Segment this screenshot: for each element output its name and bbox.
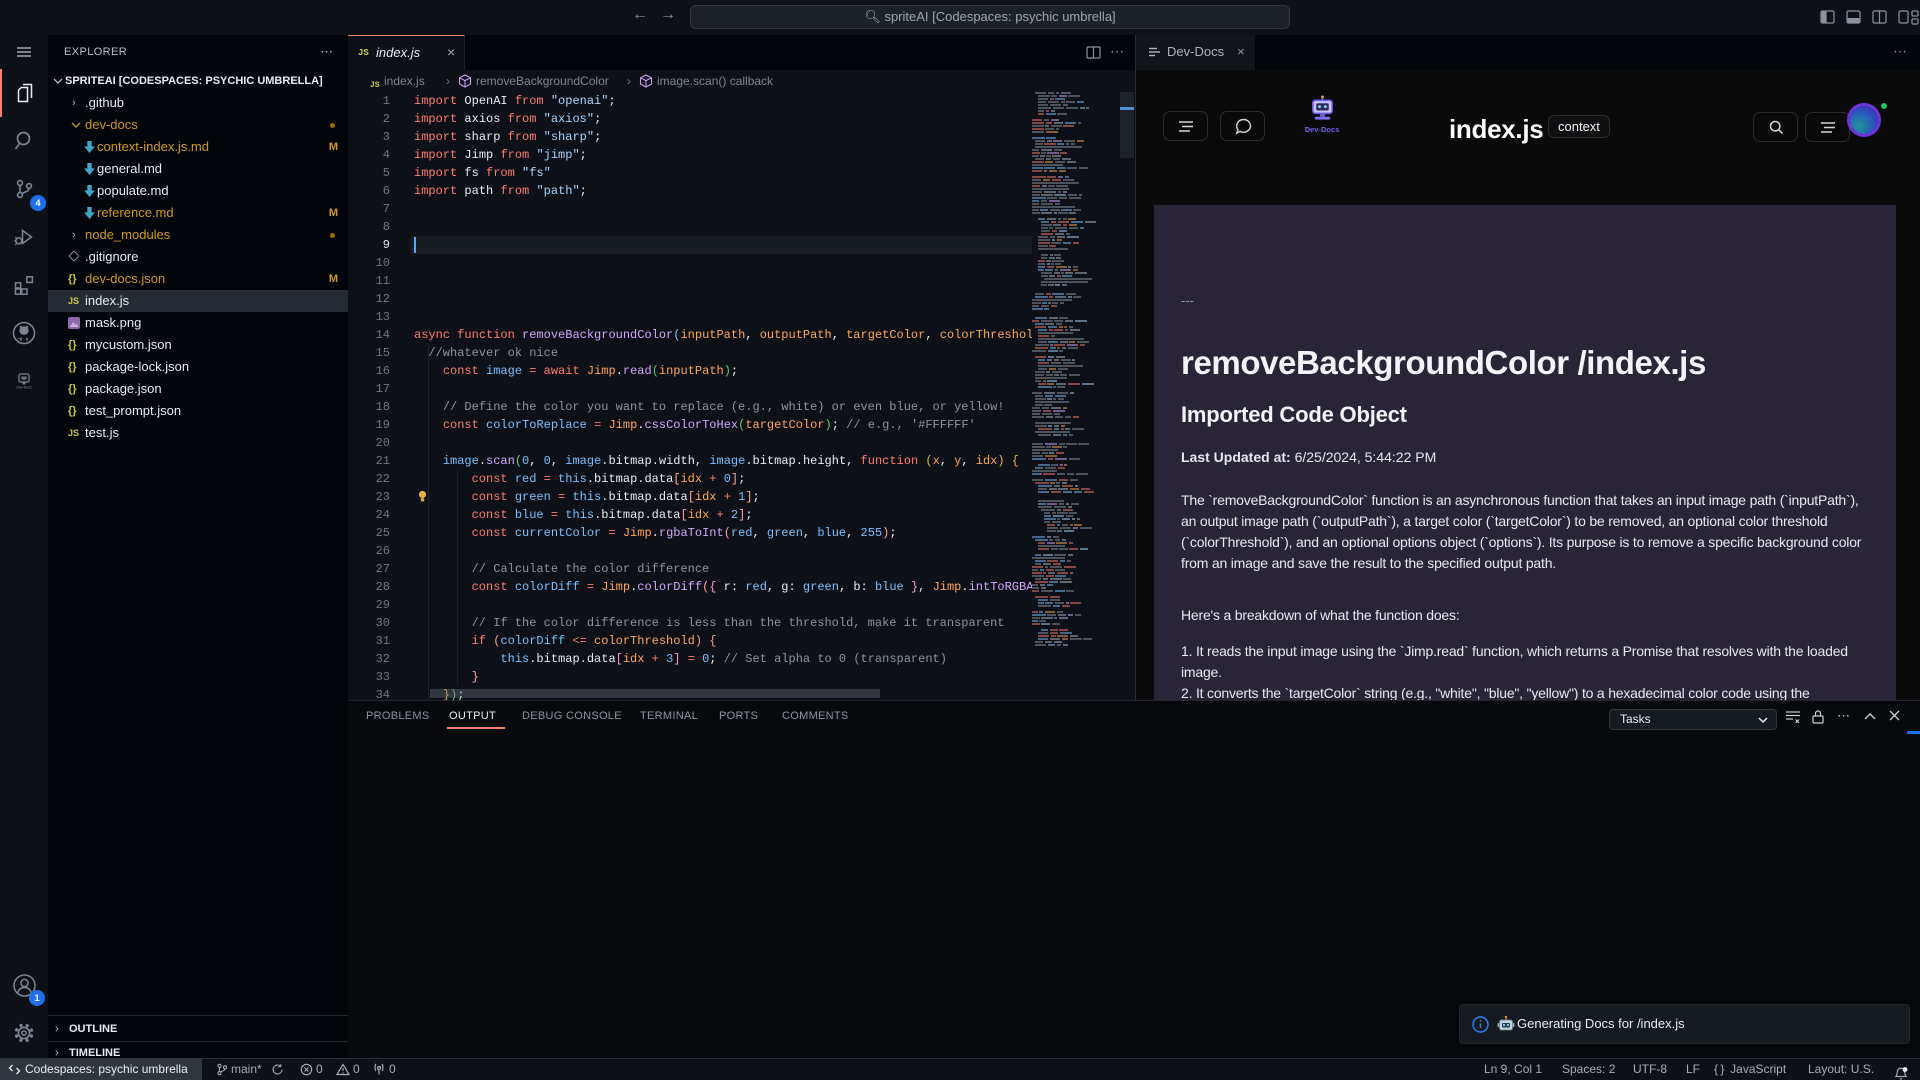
svg-text:Dev-Docs: Dev-Docs <box>17 386 32 390</box>
